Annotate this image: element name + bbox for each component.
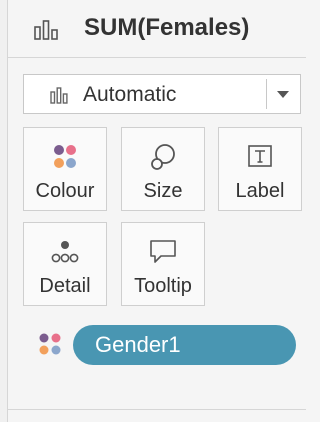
- bar-chart-icon: [50, 87, 68, 104]
- chevron-down-icon[interactable]: [277, 91, 289, 98]
- detail-label: Detail: [39, 275, 91, 297]
- colour-dots-icon: [54, 145, 76, 168]
- tooltip-label: Tooltip: [134, 275, 192, 297]
- mark-type-value: Automatic: [83, 83, 177, 106]
- marks-title: SUM(Females): [84, 14, 250, 41]
- colour-label: Colour: [35, 180, 95, 202]
- size-label: Size: [143, 180, 183, 202]
- speech-bubble-icon: [150, 240, 176, 263]
- mark-type-dropdown[interactable]: Automatic: [23, 74, 301, 114]
- bottom-divider: [8, 409, 306, 410]
- left-edge-border: [0, 0, 8, 422]
- colour-dots-icon: [39, 333, 61, 355]
- header-divider: [8, 57, 306, 58]
- label-button[interactable]: Label: [218, 127, 302, 211]
- bar-chart-icon: [34, 20, 58, 40]
- text-label-icon: [248, 145, 272, 167]
- detail-button[interactable]: Detail: [23, 222, 107, 306]
- colour-field-row: Gender1: [8, 322, 306, 366]
- label-label: Label: [235, 180, 285, 202]
- size-button[interactable]: Size: [121, 127, 205, 211]
- colour-button[interactable]: Colour: [23, 127, 107, 211]
- dropdown-separator: [266, 79, 267, 109]
- marks-header: SUM(Females): [8, 0, 306, 58]
- size-circles-icon: [151, 144, 175, 170]
- gender1-field-pill[interactable]: Gender1: [73, 325, 296, 365]
- detail-dots-icon: [51, 241, 79, 263]
- marks-card-panel: SUM(Females) Automatic Colour Size Label…: [8, 0, 306, 422]
- tooltip-button[interactable]: Tooltip: [121, 222, 205, 306]
